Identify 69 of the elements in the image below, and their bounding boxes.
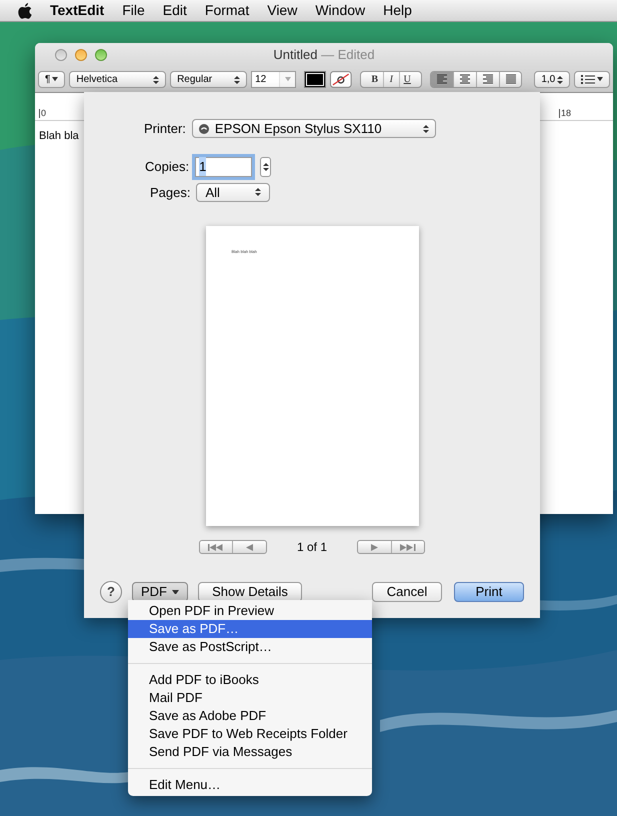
stepper-arrows-icon <box>234 74 240 84</box>
zoom-button[interactable] <box>95 49 107 61</box>
text-style-button[interactable]: U <box>398 72 415 87</box>
menu-item[interactable]: Mail PDF <box>128 689 372 707</box>
align-icon <box>482 74 494 85</box>
text-style-button[interactable]: I <box>382 72 399 87</box>
font-size-field[interactable]: 12 <box>251 71 296 88</box>
list-bullets-button[interactable] <box>574 71 610 88</box>
menu-item[interactable]: Save as PostScript… <box>128 638 372 656</box>
ruler-label: 18 <box>558 109 571 118</box>
align-icon <box>504 74 517 85</box>
menu-item[interactable]: Save as PDF… <box>128 620 372 638</box>
help-button[interactable]: ? <box>100 581 122 603</box>
caret-icon <box>52 77 58 82</box>
pdf-menu-button[interactable]: PDF <box>132 582 188 602</box>
menu-bar-item[interactable]: Edit <box>162 0 187 21</box>
caret-icon <box>597 77 603 82</box>
app-menu[interactable]: TextEdit <box>50 0 104 21</box>
menu-item[interactable]: Open PDF in Preview <box>128 602 372 620</box>
menu-bar-item[interactable]: View <box>267 0 298 21</box>
window-title: Untitled — Edited <box>273 46 375 64</box>
dialog-button[interactable]: Print <box>454 582 524 602</box>
align-icon <box>436 74 448 85</box>
copies-label: Copies: <box>145 158 190 176</box>
menu-item[interactable]: Save as Adobe PDF <box>128 707 372 725</box>
printer-label: Printer: <box>144 120 186 138</box>
alignment-button[interactable] <box>430 72 454 87</box>
alignment-button[interactable] <box>498 72 522 87</box>
text-color-swatch[interactable] <box>304 71 326 88</box>
dialog-button[interactable]: Show Details <box>198 582 302 602</box>
caret-icon <box>172 590 179 594</box>
stepper-arrows-icon <box>255 187 262 198</box>
pages-dropdown[interactable]: All <box>196 182 270 202</box>
previous-page-icon <box>246 544 254 550</box>
no-background-color-icon[interactable] <box>330 71 352 88</box>
copies-stepper[interactable] <box>260 156 272 176</box>
ruler-label: 0 <box>39 109 46 118</box>
menu-item[interactable]: Edit Menu… <box>128 776 372 794</box>
dialog-button[interactable]: Cancel <box>372 582 442 602</box>
menu-item[interactable]: Send PDF via Messages <box>128 743 372 761</box>
next-page-icon <box>370 544 378 550</box>
page-indicator: 1 of 1 <box>296 539 328 556</box>
paragraph-button[interactable]: ¶ <box>38 71 66 88</box>
text-style-button[interactable]: B <box>366 72 383 87</box>
stepper-arrows-icon <box>557 74 563 84</box>
pages-label: Pages: <box>150 184 190 202</box>
alignment-button[interactable] <box>476 72 499 87</box>
printer-dropdown[interactable]: EPSON Epson Stylus SX110 <box>192 119 436 138</box>
menu-bar-item[interactable]: Window <box>315 0 366 21</box>
caret-icon <box>284 77 291 82</box>
list-icon <box>581 75 595 84</box>
last-page-icon <box>400 544 416 550</box>
font-family-dropdown[interactable]: Helvetica <box>69 71 166 88</box>
first-page-icon <box>208 544 224 550</box>
stepper-arrows-icon <box>262 162 269 172</box>
menu-bar-item[interactable]: Help <box>383 0 412 21</box>
printer-status-icon <box>198 124 209 134</box>
menu-item[interactable]: Add PDF to iBooks <box>128 671 372 689</box>
apple-logo-icon[interactable] <box>18 2 32 18</box>
menu-item[interactable]: Save PDF to Web Receipts Folder <box>128 725 372 743</box>
line-spacing-dropdown[interactable]: 1,0 <box>534 71 570 88</box>
menu-bar-item[interactable]: File <box>122 0 145 21</box>
align-icon <box>459 74 472 85</box>
font-style-dropdown[interactable]: Regular <box>170 71 248 88</box>
menu-bar-item[interactable]: Format <box>204 0 250 21</box>
stepper-arrows-icon <box>422 124 429 134</box>
alignment-button[interactable] <box>453 72 476 87</box>
document-text: Blah bla <box>39 130 79 142</box>
stepper-arrows-icon <box>153 74 160 84</box>
